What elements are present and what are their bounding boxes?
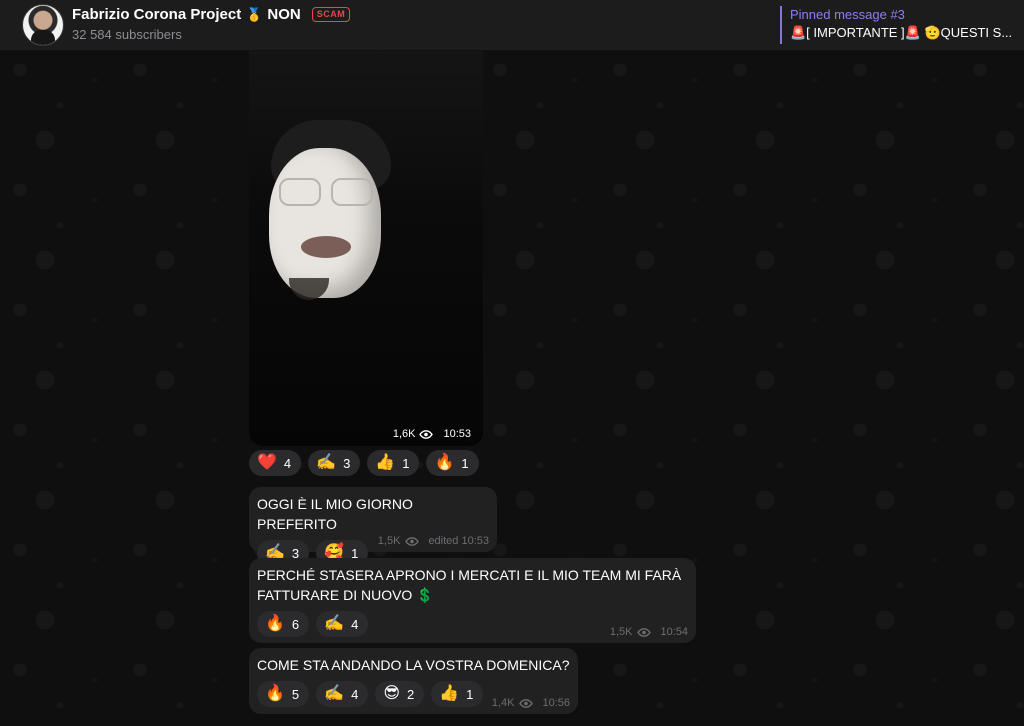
channel-name: Fabrizio Corona Project [72, 6, 242, 23]
reaction-count: 1 [402, 455, 410, 471]
subscriber-count: 32 584 subscribers [72, 27, 182, 42]
message-time: edited 10:53 [428, 535, 489, 547]
sunglasses-emoji: 😎 [383, 685, 400, 702]
eye-icon [637, 627, 652, 637]
reaction-fire[interactable]: 🔥 5 [257, 681, 310, 707]
face-mask-image [269, 148, 381, 298]
reaction-thumbs-up[interactable]: 👍 1 [367, 450, 420, 476]
reaction-fire[interactable]: 🔥 6 [257, 611, 310, 637]
telegram-app: Fabrizio Corona Project 🥇 NON SCAM 32 58… [0, 0, 1024, 726]
media-message[interactable]: 1,6K 10:53 [249, 50, 483, 446]
photo[interactable] [249, 50, 483, 446]
reaction-count: 4 [351, 686, 359, 702]
reaction-thumbs-up[interactable]: 👍 1 [431, 681, 484, 707]
message-meta: 1,5K 10:54 [610, 626, 688, 638]
reaction-writing-hand[interactable]: ✍️ 4 [316, 611, 369, 637]
reaction-fire[interactable]: 🔥 1 [426, 450, 479, 476]
scam-badge: SCAM [311, 7, 351, 22]
channel-avatar[interactable] [22, 4, 64, 46]
eye-icon [419, 429, 434, 439]
reaction-heart[interactable]: ❤️ 4 [249, 450, 302, 476]
writing-hand-emoji: ✍️ [324, 685, 345, 702]
writing-hand-emoji: ✍️ [324, 615, 345, 632]
view-count: 1,5K [377, 535, 401, 547]
view-count: 1,5K [609, 626, 633, 638]
reaction-writing-hand[interactable]: ✍️ 4 [316, 681, 369, 707]
pinned-text: 🚨[ IMPORTANTE ]🚨 🫡QUESTI S... [790, 25, 1013, 40]
reaction-count: 4 [351, 616, 359, 632]
reaction-count: 5 [291, 686, 300, 702]
message-time: 10:54 [660, 626, 688, 638]
message-time: 10:56 [542, 697, 570, 709]
chat-header[interactable]: Fabrizio Corona Project 🥇 NON SCAM 32 58… [0, 0, 1024, 51]
pinned-message-bar[interactable]: Pinned message #3 🚨[ IMPORTANTE ]🚨 🫡QUES… [780, 6, 1020, 44]
message-meta: 1,6K 10:53 [393, 428, 471, 440]
message-time: 10:53 [443, 428, 471, 440]
channel-name-suffix: NON [267, 6, 301, 23]
channel-title[interactable]: Fabrizio Corona Project 🥇 NON SCAM [72, 6, 351, 23]
eye-icon [519, 698, 534, 708]
fire-emoji: 🔥 [434, 454, 455, 471]
reaction-count: 6 [291, 616, 300, 632]
view-count: 1,6K [392, 428, 416, 440]
reaction-count: 4 [283, 455, 292, 471]
reaction-count: 2 [407, 686, 415, 702]
view-count: 1,4K [491, 697, 515, 709]
reaction-count: 1 [461, 455, 469, 471]
eye-icon [405, 536, 420, 546]
reaction-sunglasses[interactable]: 😎 2 [375, 681, 425, 707]
reaction-count: 1 [466, 686, 474, 702]
thumbs-up-emoji: 👍 [375, 454, 396, 471]
reaction-count: 3 [343, 455, 351, 471]
media-reactions: ❤️ 4 ✍️ 3 👍 1 🔥 1 [249, 450, 479, 476]
message-text: PERCHÉ STASERA APRONO I MERCATI E IL MIO… [257, 567, 682, 603]
medal-icon: 🥇 [246, 6, 263, 22]
thumbs-up-emoji: 👍 [439, 685, 460, 702]
writing-hand-emoji: ✍️ [316, 454, 337, 471]
message-bubble[interactable]: PERCHÉ STASERA APRONO I MERCATI E IL MIO… [249, 558, 696, 643]
fire-emoji: 🔥 [265, 615, 285, 632]
reaction-writing-hand[interactable]: ✍️ 3 [308, 450, 361, 476]
message-text: OGGI È IL MIO GIORNO PREFERITO [257, 496, 413, 532]
pinned-title: Pinned message #3 [790, 7, 905, 22]
message-text: COME STA ANDANDO LA VOSTRA DOMENICA? [257, 657, 570, 673]
message-meta: 1,5K edited 10:53 [378, 535, 489, 547]
message-meta: 1,4K 10:56 [492, 697, 570, 709]
message-bubble[interactable]: OGGI È IL MIO GIORNO PREFERITO ✍️ 3 🥰 1 1,… [249, 487, 497, 566]
message-bubble[interactable]: COME STA ANDANDO LA VOSTRA DOMENICA? 🔥 5 … [249, 648, 578, 714]
heart-emoji: ❤️ [257, 454, 277, 471]
fire-emoji: 🔥 [265, 685, 285, 702]
